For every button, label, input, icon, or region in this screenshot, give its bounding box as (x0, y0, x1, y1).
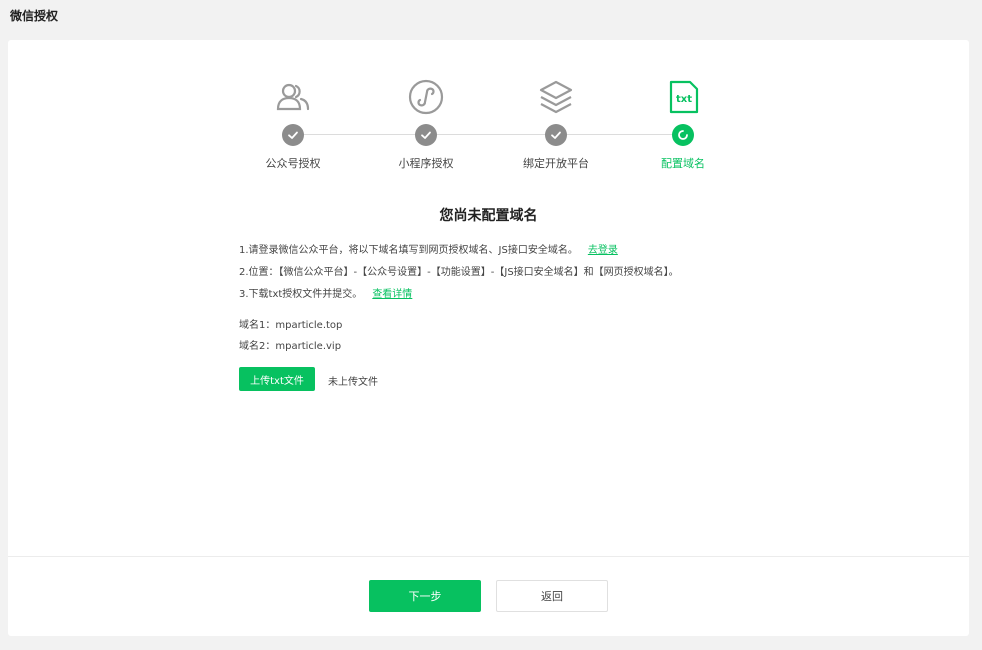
domain-2: 域名2：mparticle.vip (239, 341, 342, 352)
check-icon (551, 131, 561, 139)
domain-1: 域名1：mparticle.top (239, 320, 343, 331)
page-title: 微信授权 (10, 9, 59, 23)
svg-text:txt: txt (676, 94, 692, 105)
upload-status: 未上传文件 (328, 377, 378, 388)
step-done-check (282, 124, 304, 146)
step-official-account: 公众号授权 (238, 78, 348, 171)
instruction-3: 3.下载txt授权文件并提交。 查看详情 (239, 285, 412, 300)
step-configure-domain: txt 配置域名 (628, 78, 738, 171)
users-icon (276, 83, 310, 111)
back-button[interactable]: 返回 (496, 580, 608, 612)
section-title: 您尚未配置域名 (439, 208, 538, 224)
step-done-check (545, 124, 567, 146)
view-details-link[interactable]: 查看详情 (372, 289, 412, 300)
login-link[interactable]: 去登录 (588, 245, 618, 256)
step-mini-program: 小程序授权 (371, 78, 481, 171)
step-connector-line (302, 134, 678, 135)
step-label: 公众号授权 (265, 157, 321, 170)
footer-divider (8, 556, 969, 557)
step-indicator: 公众号授权 小程序授权 绑定开放平台 txt 配置域名 (8, 40, 969, 180)
main-card: 公众号授权 小程序授权 绑定开放平台 txt 配置域名 您尚未配置域名 1.请登… (8, 40, 969, 636)
instruction-3-text: 3.下载txt授权文件并提交。 (239, 289, 363, 300)
next-step-button[interactable]: 下一步 (369, 580, 481, 612)
layers-icon (539, 80, 573, 114)
check-icon (288, 131, 298, 139)
instruction-1-text: 1.请登录微信公众平台，将以下域名填写到网页授权域名、JS接口安全域名。 (239, 245, 578, 256)
instruction-2: 2.位置：【微信公众平台】-【公众号设置】-【功能设置】-【JS接口安全域名】和… (239, 267, 679, 278)
step-label: 小程序授权 (398, 157, 454, 170)
step-label: 绑定开放平台 (523, 157, 589, 170)
txt-file-icon: txt (669, 80, 699, 114)
step-open-platform: 绑定开放平台 (501, 78, 611, 171)
upload-txt-button[interactable]: 上传txt文件 (239, 367, 315, 391)
check-icon (421, 131, 431, 139)
instruction-1: 1.请登录微信公众平台，将以下域名填写到网页授权域名、JS接口安全域名。 去登录 (239, 241, 618, 256)
loading-icon (678, 130, 688, 140)
step-active-indicator (672, 124, 694, 146)
mini-program-icon (408, 79, 444, 115)
step-done-check (415, 124, 437, 146)
step-label: 配置域名 (661, 157, 705, 170)
